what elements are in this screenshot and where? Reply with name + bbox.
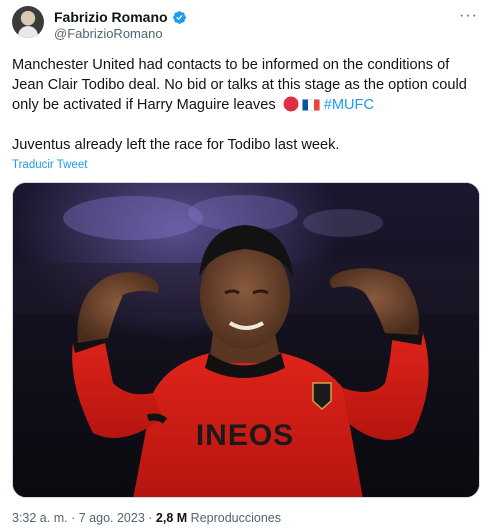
red-circle-emoji-icon: [283, 96, 299, 112]
author-name-row[interactable]: Fabrizio Romano: [54, 8, 187, 26]
tweet-text-part1: Manchester United had contacts to be inf…: [12, 57, 467, 113]
author-handle[interactable]: @FabrizioRomano: [54, 26, 163, 42]
more-options-icon[interactable]: ···: [459, 8, 478, 24]
meta-separator: ·: [71, 511, 76, 525]
tweet-text: Manchester United had contacts to be inf…: [12, 55, 482, 155]
tweet-date[interactable]: 7 ago. 2023: [79, 511, 145, 525]
translate-tweet-link[interactable]: Traducir Tweet: [12, 159, 87, 171]
france-flag-icon: [301, 98, 320, 111]
views-label: Reproducciones: [190, 511, 282, 525]
verified-badge-icon: [172, 10, 186, 24]
photo-illustration: INEOS: [13, 183, 479, 497]
tweet-time[interactable]: 3:32 a. m.: [12, 511, 68, 525]
tweet-meta: 3:32 a. m. · 7 ago. 2023 · 2,8 M Reprodu…: [12, 510, 281, 526]
views-count: 2,8 M: [155, 511, 188, 525]
tweet-paragraph-2: Juventus already left the race for Todib…: [12, 137, 340, 153]
author-name[interactable]: Fabrizio Romano: [54, 8, 168, 26]
tweet-paragraph-1: Manchester United had contacts to be inf…: [12, 55, 482, 115]
jersey-sponsor-text: INEOS: [196, 419, 294, 452]
tweet-photo[interactable]: INEOS: [12, 182, 480, 498]
author-avatar[interactable]: [12, 6, 44, 38]
meta-separator-2: ·: [148, 511, 153, 525]
hashtag-link[interactable]: #MUFC: [324, 97, 374, 113]
